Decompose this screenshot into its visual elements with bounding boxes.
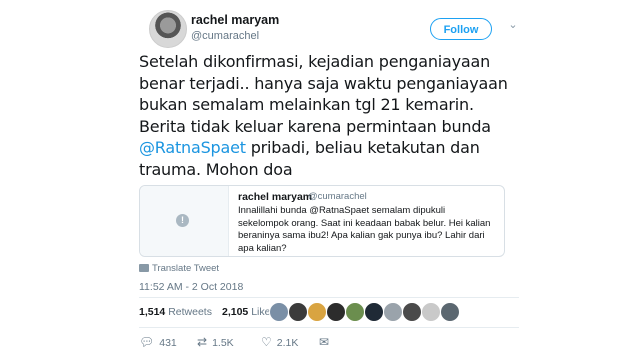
heart-icon: ♡	[261, 335, 272, 349]
tweet-card: rachel maryam @cumarachel Follow ⌄ Setel…	[119, 0, 527, 360]
divider	[139, 327, 519, 328]
retweets-count[interactable]: 1,514	[139, 306, 165, 318]
reply-button[interactable]: 💬︎ 431	[139, 335, 177, 349]
tweet-text: Setelah dikonfirmasi, kejadian penganiay…	[139, 51, 509, 180]
quoted-tweet-text: Innalillahi bunda @RatnaSpaet semalam di…	[238, 205, 491, 254]
liker-avatar[interactable]	[364, 302, 384, 322]
retweet-icon: ⇄	[197, 335, 208, 349]
liker-avatar[interactable]	[421, 302, 441, 322]
engagement-stats: 1,514 Retweets 2,105 Likes	[139, 306, 276, 318]
retweet-count: 1.5K	[212, 337, 234, 349]
user-handle[interactable]: @cumarachel	[191, 30, 259, 42]
divider	[139, 297, 519, 298]
avatar[interactable]	[149, 10, 187, 48]
liker-avatar[interactable]	[345, 302, 365, 322]
reply-count: 431	[159, 337, 177, 349]
globe-icon	[139, 264, 149, 273]
liker-avatar[interactable]	[440, 302, 460, 322]
reply-icon: 💬︎	[139, 335, 155, 349]
timestamp[interactable]: 11:52 AM - 2 Oct 2018	[139, 281, 243, 293]
retweet-button[interactable]: ⇄ 1.5K	[197, 335, 234, 349]
translate-label: Translate Tweet	[152, 263, 220, 274]
likes-count[interactable]: 2,105	[222, 306, 248, 318]
retweets-label[interactable]: Retweets	[168, 306, 212, 318]
follow-button[interactable]: Follow	[430, 18, 492, 40]
quoted-tweet-image[interactable]: !	[140, 186, 229, 256]
quoted-user-name: rachel maryam	[238, 191, 313, 203]
user-name[interactable]: rachel maryam	[191, 13, 279, 27]
translate-tweet-link[interactable]: Translate Tweet	[139, 263, 219, 274]
envelope-icon: ✉	[319, 335, 330, 349]
liker-avatar[interactable]	[307, 302, 327, 322]
liker-avatar[interactable]	[402, 302, 422, 322]
quoted-tweet[interactable]: ! rachel maryam @cumarachel Innalillahi …	[139, 185, 505, 257]
liker-avatar[interactable]	[326, 302, 346, 322]
liker-avatar[interactable]	[269, 302, 289, 322]
liker-avatar[interactable]	[288, 302, 308, 322]
action-bar: 💬︎ 431 ⇄ 1.5K ♡ 2.1K ✉	[139, 335, 439, 351]
direct-message-button[interactable]: ✉	[319, 335, 334, 349]
chevron-down-icon[interactable]: ⌄	[506, 18, 520, 32]
image-placeholder-icon: !	[176, 214, 189, 227]
like-button[interactable]: ♡ 2.1K	[261, 335, 298, 349]
like-count: 2.1K	[276, 337, 299, 349]
quoted-user-handle: @cumarachel	[308, 191, 367, 202]
liker-avatar[interactable]	[383, 302, 403, 322]
mention-link[interactable]: @RatnaSpaet	[139, 138, 246, 157]
tweet-text-part: Setelah dikonfirmasi, kejadian penganiay…	[139, 52, 508, 136]
